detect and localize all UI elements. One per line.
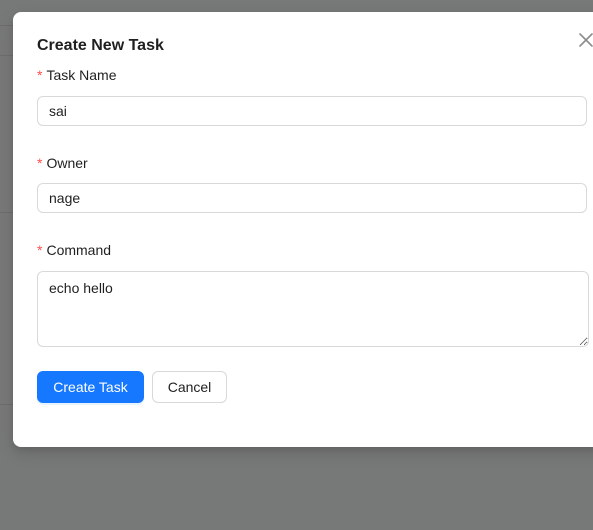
owner-label-text: Owner [46, 155, 88, 171]
create-task-modal: Create New Task *Task Name *Owner *Comma… [13, 12, 593, 447]
task-name-label-text: Task Name [46, 67, 117, 83]
required-mark: * [37, 242, 43, 258]
background-divider [0, 25, 13, 26]
background-divider [0, 212, 13, 213]
background-divider [0, 404, 13, 405]
command-label-text: Command [46, 242, 112, 258]
task-name-label: * Task Name [37, 65, 116, 85]
command-textarea[interactable]: echo hello [37, 271, 589, 347]
required-mark: * [37, 67, 43, 83]
task-name-input[interactable] [37, 96, 587, 126]
modal-title: Create New Task [37, 37, 164, 54]
background-divider [0, 55, 13, 56]
close-button[interactable] [577, 31, 593, 49]
close-icon [579, 33, 593, 47]
command-label: * Command [37, 240, 111, 260]
required-mark: * [37, 155, 43, 171]
owner-input[interactable] [37, 183, 587, 213]
cancel-button[interactable]: Cancel [152, 371, 227, 403]
create-task-button[interactable]: Create Task [37, 371, 144, 403]
owner-label: * Owner [37, 153, 88, 173]
